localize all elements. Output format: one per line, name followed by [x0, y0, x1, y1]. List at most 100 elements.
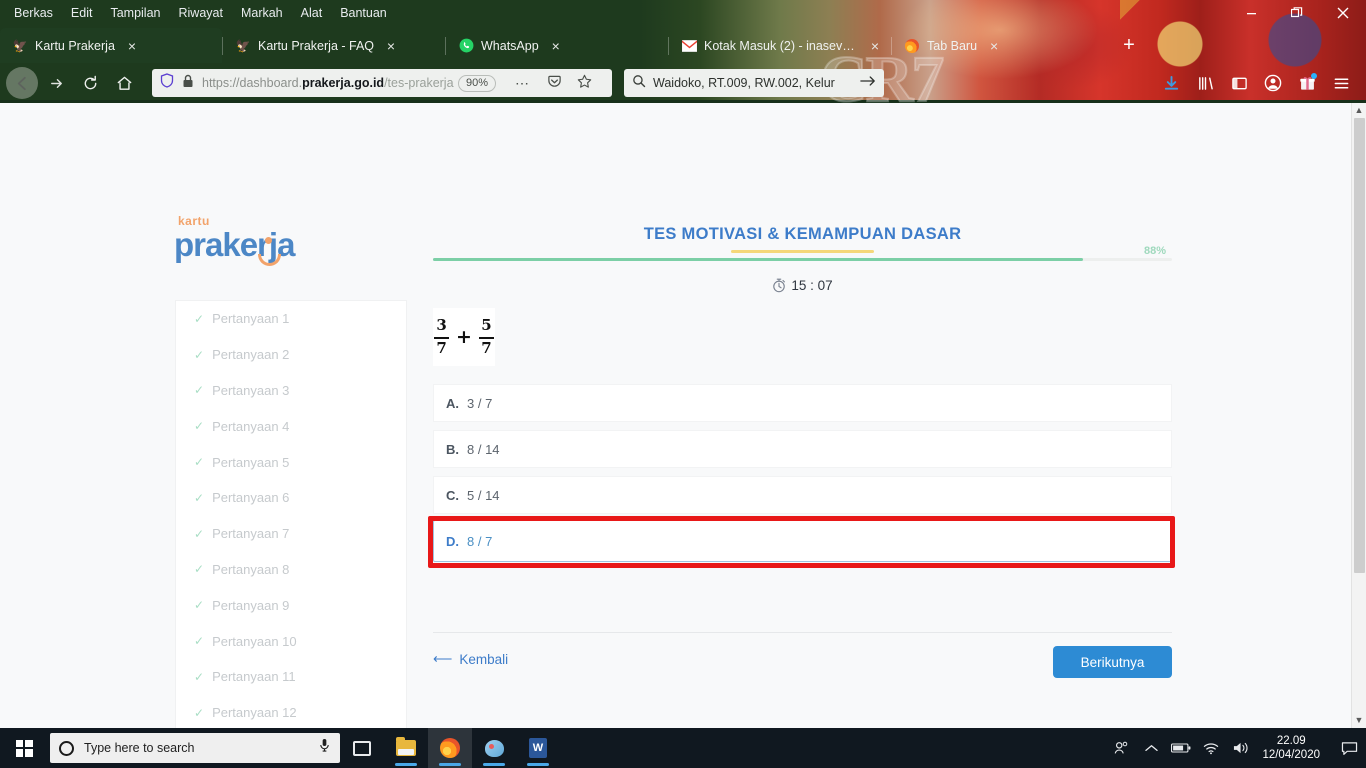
minimize-icon[interactable] [1228, 0, 1274, 26]
check-icon: ✓ [194, 490, 205, 505]
check-icon: ✓ [194, 705, 205, 720]
action-center-icon[interactable] [1332, 728, 1366, 768]
menu-berkas[interactable]: Berkas [6, 3, 61, 23]
taskbar-search-input[interactable]: Type here to search [84, 741, 308, 755]
menu-edit[interactable]: Edit [63, 3, 101, 23]
search-go-icon[interactable] [860, 74, 876, 93]
task-view-icon[interactable] [340, 728, 384, 768]
downloads-icon[interactable] [1156, 68, 1186, 98]
page-scrollbar[interactable]: ▲ ▼ [1351, 103, 1366, 728]
menu-bar: Berkas Edit Tampilan Riwayat Markah Alat… [0, 0, 1366, 26]
lock-icon[interactable] [182, 74, 194, 93]
sidebar-item-pertanyaan-9[interactable]: ✓ Pertanyaan 9 [176, 587, 406, 623]
next-button[interactable]: Berikutnya [1053, 646, 1172, 678]
sidebar-item-label: Pertanyaan 3 [212, 382, 290, 398]
scroll-down-arrow-icon[interactable]: ▼ [1355, 713, 1364, 728]
battery-icon[interactable] [1166, 728, 1196, 768]
close-icon[interactable] [1320, 0, 1366, 26]
tab-close-icon[interactable]: × [546, 36, 566, 56]
menu-icon[interactable] [1326, 68, 1356, 98]
question-list-sidebar[interactable]: ✓ Pertanyaan 1 ✓ Pertanyaan 2 ✓ Pertanyaan … [175, 300, 407, 728]
menu-alat[interactable]: Alat [293, 3, 331, 23]
back-link[interactable]: ⟵ Kembali [433, 651, 508, 667]
tab-kartu-prakerja-faq[interactable]: 🦅 Kartu Prakerja - FAQ × [223, 28, 445, 63]
file-explorer-icon[interactable] [384, 728, 428, 768]
sidebar-item-pertanyaan-6[interactable]: ✓ Pertanyaan 6 [176, 480, 406, 516]
sidebar-item-pertanyaan-7[interactable]: ✓ Pertanyaan 7 [176, 516, 406, 552]
shield-icon[interactable] [160, 73, 174, 93]
menu-tampilan[interactable]: Tampilan [102, 3, 168, 23]
sidebar-item-label: Pertanyaan 2 [212, 347, 290, 363]
taskbar-clock[interactable]: 22.09 12/04/2020 [1256, 734, 1332, 762]
back-arrow-icon[interactable] [6, 67, 38, 99]
sidebar-icon[interactable] [1224, 68, 1254, 98]
address-bar[interactable]: https://dashboard.prakerja.go.id/tes-pra… [152, 69, 612, 97]
sidebar-item-pertanyaan-2[interactable]: ✓ Pertanyaan 2 [176, 337, 406, 373]
pocket-icon[interactable] [547, 74, 562, 92]
library-icon[interactable] [1190, 68, 1220, 98]
word-icon[interactable]: W [516, 728, 560, 768]
tab-kartu-prakerja[interactable]: 🦅 Kartu Prakerja × [0, 28, 222, 63]
restore-icon[interactable] [1274, 0, 1320, 26]
reload-arrow-icon[interactable] [74, 67, 106, 99]
answer-option-b[interactable]: B. 8 / 14 [433, 430, 1172, 468]
wifi-icon[interactable] [1196, 728, 1226, 768]
plus-operator: + [456, 326, 472, 348]
tab-baru[interactable]: Tab Baru × [892, 28, 1114, 63]
cortana-icon [59, 740, 74, 756]
whatsapp-favicon [458, 38, 474, 54]
clock-time: 22.09 [1276, 735, 1306, 747]
forward-arrow-icon[interactable] [40, 67, 72, 99]
sidebar-item-pertanyaan-3[interactable]: ✓ Pertanyaan 3 [176, 373, 406, 409]
sidebar-item-label: Pertanyaan 10 [212, 633, 297, 649]
answer-option-d[interactable]: D. 8 / 7 [433, 520, 1172, 562]
menu-riwayat[interactable]: Riwayat [170, 3, 230, 23]
firefox-icon[interactable] [428, 728, 472, 768]
sidebar-item-pertanyaan-5[interactable]: ✓ Pertanyaan 5 [176, 444, 406, 480]
tab-close-icon[interactable]: × [984, 36, 1004, 56]
show-hidden-icons-icon[interactable] [1136, 728, 1166, 768]
sidebar-item-pertanyaan-10[interactable]: ✓ Pertanyaan 10 [176, 623, 406, 659]
tab-whatsapp[interactable]: WhatsApp × [446, 28, 668, 63]
home-icon[interactable] [108, 67, 140, 99]
tab-close-icon[interactable]: × [865, 36, 885, 56]
gmail-favicon [681, 38, 697, 54]
account-icon[interactable] [1258, 68, 1288, 98]
tab-close-icon[interactable]: × [122, 36, 142, 56]
new-tab-button[interactable]: + [1114, 31, 1144, 61]
answer-option-a[interactable]: A. 3 / 7 [433, 384, 1172, 422]
sidebar-item-label: Pertanyaan 5 [212, 454, 290, 470]
volume-icon[interactable] [1226, 728, 1256, 768]
sidebar-item-pertanyaan-4[interactable]: ✓ Pertanyaan 4 [176, 408, 406, 444]
microphone-icon[interactable] [318, 738, 331, 758]
search-bar[interactable]: Waidoko, RT.009, RW.002, Kelur [624, 69, 884, 97]
page-actions-icon[interactable]: ⋯ [515, 75, 530, 92]
bookmark-star-icon[interactable] [577, 74, 592, 92]
check-icon: ✓ [194, 311, 205, 326]
scroll-up-arrow-icon[interactable]: ▲ [1355, 103, 1364, 118]
paint-icon[interactable] [472, 728, 516, 768]
scrollbar-thumb[interactable] [1353, 118, 1365, 573]
menu-bantuan[interactable]: Bantuan [332, 3, 395, 23]
sidebar-item-pertanyaan-1[interactable]: ✓ Pertanyaan 1 [176, 301, 406, 337]
search-input[interactable]: Waidoko, RT.009, RW.002, Kelur [653, 76, 853, 90]
sidebar-item-pertanyaan-8[interactable]: ✓ Pertanyaan 8 [176, 552, 406, 588]
question-expression-image: 3 7 + 5 7 [433, 308, 495, 366]
people-icon[interactable] [1106, 728, 1136, 768]
gift-icon[interactable] [1292, 68, 1322, 98]
prakerja-logo[interactable]: kartu prakerja [174, 215, 295, 266]
sidebar-item-pertanyaan-12[interactable]: ✓ Pertanyaan 12 [176, 695, 406, 728]
taskbar-search-box[interactable]: Type here to search [50, 733, 340, 763]
countdown-timer: 15 : 07 [433, 278, 1172, 293]
zoom-level-badge[interactable]: 90% [457, 74, 496, 92]
tab-close-icon[interactable]: × [381, 36, 401, 56]
answer-option-c[interactable]: C. 5 / 14 [433, 476, 1172, 514]
sidebar-item-pertanyaan-11[interactable]: ✓ Pertanyaan 11 [176, 659, 406, 695]
windows-logo-icon [15, 739, 33, 757]
menu-markah[interactable]: Markah [233, 3, 291, 23]
fraction-first: 3 7 [434, 316, 450, 357]
tab-gmail-inbox[interactable]: Kotak Masuk (2) - inaseven7070 × [669, 28, 891, 63]
option-key: A. [446, 395, 459, 411]
option-key: B. [446, 441, 459, 457]
start-button[interactable] [0, 728, 48, 768]
